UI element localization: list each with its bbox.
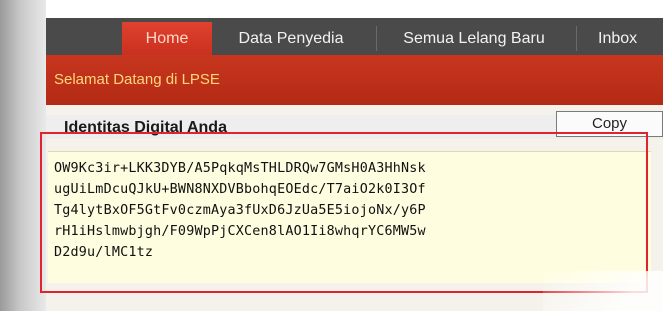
- welcome-bar: Selamat Datang di LPSE: [46, 55, 663, 105]
- welcome-text: Selamat Datang di LPSE: [54, 71, 220, 88]
- nav-separator: [576, 26, 577, 51]
- top-navigation: Home Data Penyedia Semua Lelang Baru Inb…: [46, 18, 663, 55]
- tab-home[interactable]: Home: [122, 22, 212, 55]
- digital-identity-panel: Identitas Digital Anda Copy OW9Kc3ir+LKK…: [46, 105, 663, 311]
- tab-inbox[interactable]: Inbox: [586, 22, 663, 55]
- tab-data-penyedia[interactable]: Data Penyedia: [218, 22, 364, 55]
- certificate-textarea[interactable]: OW9Kc3ir+LKK3DYB/A5PqkqMsTHLDRQw7GMsH0A3…: [48, 151, 651, 283]
- panel-title: Identitas Digital Anda: [64, 119, 227, 136]
- nav-separator: [376, 26, 377, 51]
- left-shadow-strip: [0, 0, 46, 311]
- tab-semua-lelang-baru[interactable]: Semua Lelang Baru: [384, 22, 564, 55]
- copy-button[interactable]: Copy: [556, 111, 663, 137]
- certificate-text: OW9Kc3ir+LKK3DYB/A5PqkqMsTHLDRQw7GMsH0A3…: [54, 161, 426, 260]
